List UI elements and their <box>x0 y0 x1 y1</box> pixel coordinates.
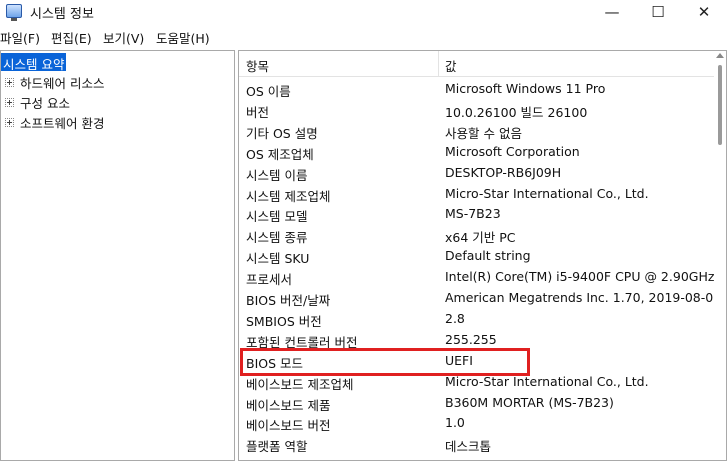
tree-item-label: 하드웨어 리소스 <box>20 75 105 91</box>
row-item-value: DESKTOP-RB6J09H <box>445 164 562 180</box>
row-item-value: 255.255 <box>445 331 497 347</box>
row-item-value: x64 기반 PC <box>445 230 516 246</box>
row-item-value: 데스크톱 <box>445 439 492 455</box>
row-item-value: 사용할 수 없음 <box>445 125 522 141</box>
menu-bar: 파일(F) 편집(E) 보기(V) 도움말(H) <box>0 24 727 46</box>
row-item-name: 포함된 컨트롤러 버전 <box>246 334 358 350</box>
row-item-name: 베이스보드 제품 <box>246 397 331 413</box>
table-row[interactable]: SMBIOS 버전 2.8 <box>239 308 716 329</box>
title-bar: 시스템 정보 — ☐ ✕ <box>0 0 727 24</box>
table-row[interactable]: BIOS 모드 UEFI <box>239 350 716 371</box>
expand-plus-icon[interactable] <box>5 117 14 127</box>
menu-file[interactable]: 파일(F) <box>0 28 40 47</box>
menu-edit[interactable]: 편집(E) <box>51 28 92 47</box>
close-button[interactable]: ✕ <box>681 0 727 24</box>
table-row[interactable]: 시스템 SKU Default string <box>239 245 716 266</box>
table-row[interactable]: 버전 10.0.26100 빌드 26100 <box>239 99 716 120</box>
table-row[interactable]: 베이스보드 제조업체 Micro-Star International Co., … <box>239 371 716 392</box>
expand-plus-icon[interactable] <box>5 97 14 107</box>
table-row[interactable]: 시스템 제조업체 Micro-Star International Co., Lt… <box>239 183 716 204</box>
tree-item-system-summary[interactable]: 시스템 요약 <box>1 53 67 72</box>
window-title: 시스템 정보 <box>30 7 94 22</box>
minimize-button[interactable]: — <box>589 0 635 24</box>
tree-item-hardware-resources[interactable]: 하드웨어 리소스 <box>5 73 104 91</box>
row-item-name: 시스템 모델 <box>246 209 308 225</box>
row-item-name: OS 이름 <box>246 84 291 99</box>
row-item-value: Micro-Star International Co., Ltd. <box>445 185 649 201</box>
row-item-value: Default string <box>445 248 531 264</box>
row-item-name: 시스템 이름 <box>246 167 308 183</box>
column-header-value[interactable]: 값 <box>445 56 457 75</box>
maximize-button[interactable]: ☐ <box>635 0 681 24</box>
table-row[interactable]: 베이스보드 버전 1.0 <box>239 412 716 433</box>
tree-item-software-environment[interactable]: 소프트웨어 환경 <box>5 113 104 131</box>
table-row[interactable]: 포함된 컨트롤러 버전 255.255 <box>239 329 716 350</box>
scroll-up-arrow-icon[interactable] <box>716 53 724 58</box>
row-item-value: Microsoft Windows 11 Pro <box>445 81 606 96</box>
menu-help[interactable]: 도움말(H) <box>156 28 210 47</box>
vertical-scrollbar[interactable] <box>714 51 726 460</box>
table-row[interactable]: OS 제조업체 Microsoft Corporation <box>239 141 716 162</box>
row-item-name: 시스템 제조업체 <box>246 188 331 204</box>
table-row[interactable]: BIOS 버전/날짜 American Megatrends Inc. 1.70,… <box>239 287 721 308</box>
row-item-name: 기타 OS 설명 <box>246 125 318 141</box>
row-item-name: 베이스보드 버전 <box>246 418 331 434</box>
system-info-icon <box>6 4 22 21</box>
table-row[interactable]: 기타 OS 설명 사용할 수 없음 <box>239 120 716 141</box>
tree-item-label: 소프트웨어 환경 <box>20 115 105 131</box>
column-divider[interactable] <box>438 51 439 77</box>
row-item-value: UEFI <box>445 352 473 368</box>
details-list: 항목 값 OS 이름 Microsoft Windows 11 Pro 버전 10.0… <box>238 50 727 461</box>
row-item-name: BIOS 모드 <box>246 355 304 371</box>
tree-item-components[interactable]: 구성 요소 <box>5 93 70 111</box>
expand-plus-icon[interactable] <box>5 77 14 87</box>
category-tree: 시스템 요약 하드웨어 리소스 구성 요소 소프트웨어 환경 <box>0 50 235 461</box>
table-row[interactable]: 베이스보드 제품 B360M MORTAR (MS-7B23) <box>239 392 716 413</box>
table-row[interactable]: 플랫폼 역할 데스크톱 <box>239 433 716 454</box>
table-row[interactable]: 시스템 모델 MS-7B23 <box>239 203 716 224</box>
row-item-name: 버전 <box>246 104 270 120</box>
table-row[interactable]: 시스템 이름 DESKTOP-RB6J09H <box>239 162 716 183</box>
row-item-value: Intel(R) Core(TM) i5-9400F CPU @ 2.90GHz… <box>445 269 727 285</box>
row-item-name: 시스템 종류 <box>246 230 308 246</box>
row-item-name: 플랫폼 역할 <box>246 439 308 455</box>
row-item-value: B360M MORTAR (MS-7B23) <box>445 394 614 410</box>
row-item-value: Micro-Star International Co., Ltd. <box>445 373 649 389</box>
scrollbar-thumb[interactable] <box>718 65 722 145</box>
row-item-value: MS-7B23 <box>445 206 501 222</box>
row-item-value: 1.0 <box>445 415 465 431</box>
row-item-name: 프로세서 <box>246 272 293 288</box>
row-item-value: 2.8 <box>445 310 465 326</box>
row-item-name: 시스템 SKU <box>246 251 310 267</box>
row-item-name: OS 제조업체 <box>246 146 314 162</box>
tree-item-label: 구성 요소 <box>20 95 70 111</box>
menu-view[interactable]: 보기(V) <box>103 28 144 47</box>
row-item-name: SMBIOS 버전 <box>246 313 322 329</box>
row-item-value: Microsoft Corporation <box>445 143 580 159</box>
table-row[interactable]: 시스템 종류 x64 기반 PC <box>239 224 716 245</box>
table-row[interactable]: 프로세서 Intel(R) Core(TM) i5-9400F CPU @ 2.9… <box>239 266 726 288</box>
column-header-item[interactable]: 항목 <box>246 56 269 75</box>
list-header: 항목 값 <box>239 51 716 77</box>
row-item-name: BIOS 버전/날짜 <box>246 293 331 308</box>
row-item-value: American Megatrends Inc. 1.70, 2019-08-0… <box>445 290 722 305</box>
row-item-name: 베이스보드 제조업체 <box>246 376 354 392</box>
table-row[interactable]: OS 이름 Microsoft Windows 11 Pro <box>239 78 716 99</box>
row-item-value: 10.0.26100 빌드 26100 <box>445 104 588 120</box>
